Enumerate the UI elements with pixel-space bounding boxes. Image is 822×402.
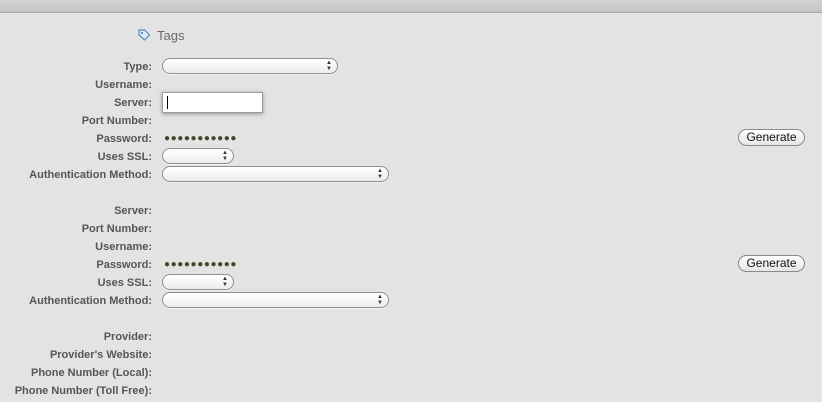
- window-top-bar: [0, 0, 822, 13]
- type-label: Type:: [123, 61, 152, 73]
- password-field-2[interactable]: ●●●●●●●●●●●: [164, 258, 237, 272]
- uses-ssl-popup[interactable]: ▲ ▼: [162, 148, 234, 164]
- phone-local-label: Phone Number (Local):: [30, 367, 152, 379]
- uses-ssl-label-2: Uses SSL:: [97, 277, 152, 289]
- password-label-2: Password:: [96, 259, 152, 271]
- tags-label: Tags: [157, 27, 185, 43]
- generate-password-button[interactable]: Generate: [738, 129, 805, 146]
- authentication-method-popup[interactable]: ▲ ▼: [162, 166, 389, 182]
- server-label: Server:: [114, 97, 152, 109]
- popup-arrows-icon: ▲ ▼: [222, 276, 228, 288]
- port-number-label: Port Number:: [81, 115, 152, 127]
- password-field[interactable]: ●●●●●●●●●●●: [164, 132, 237, 146]
- username-label: Username:: [95, 79, 152, 91]
- popup-arrows-icon: ▲ ▼: [377, 168, 383, 180]
- port-number-label-2: Port Number:: [81, 223, 152, 235]
- type-popup[interactable]: ▲ ▼: [162, 58, 338, 74]
- tag-icon: [137, 28, 151, 42]
- server-label-2: Server:: [114, 205, 152, 217]
- popup-arrows-icon: ▲ ▼: [377, 294, 383, 306]
- authentication-method-popup-2[interactable]: ▲ ▼: [162, 292, 389, 308]
- provider-label: Provider:: [103, 331, 152, 343]
- popup-arrows-icon: ▲ ▼: [326, 60, 332, 72]
- uses-ssl-label: Uses SSL:: [97, 151, 152, 163]
- generate-password-button-2[interactable]: Generate: [738, 255, 805, 272]
- text-caret: [167, 96, 168, 109]
- authentication-method-label: Authentication Method:: [29, 169, 152, 181]
- password-label: Password:: [96, 133, 152, 145]
- username-label-2: Username:: [95, 241, 152, 253]
- provider-website-label: Provider's Website:: [49, 349, 152, 361]
- uses-ssl-popup-2[interactable]: ▲ ▼: [162, 274, 234, 290]
- authentication-method-label-2: Authentication Method:: [29, 295, 152, 307]
- tags-header[interactable]: Tags: [137, 27, 184, 43]
- server-input[interactable]: [162, 92, 263, 113]
- phone-tollfree-label: Phone Number (Toll Free):: [14, 385, 152, 397]
- popup-arrows-icon: ▲ ▼: [222, 150, 228, 162]
